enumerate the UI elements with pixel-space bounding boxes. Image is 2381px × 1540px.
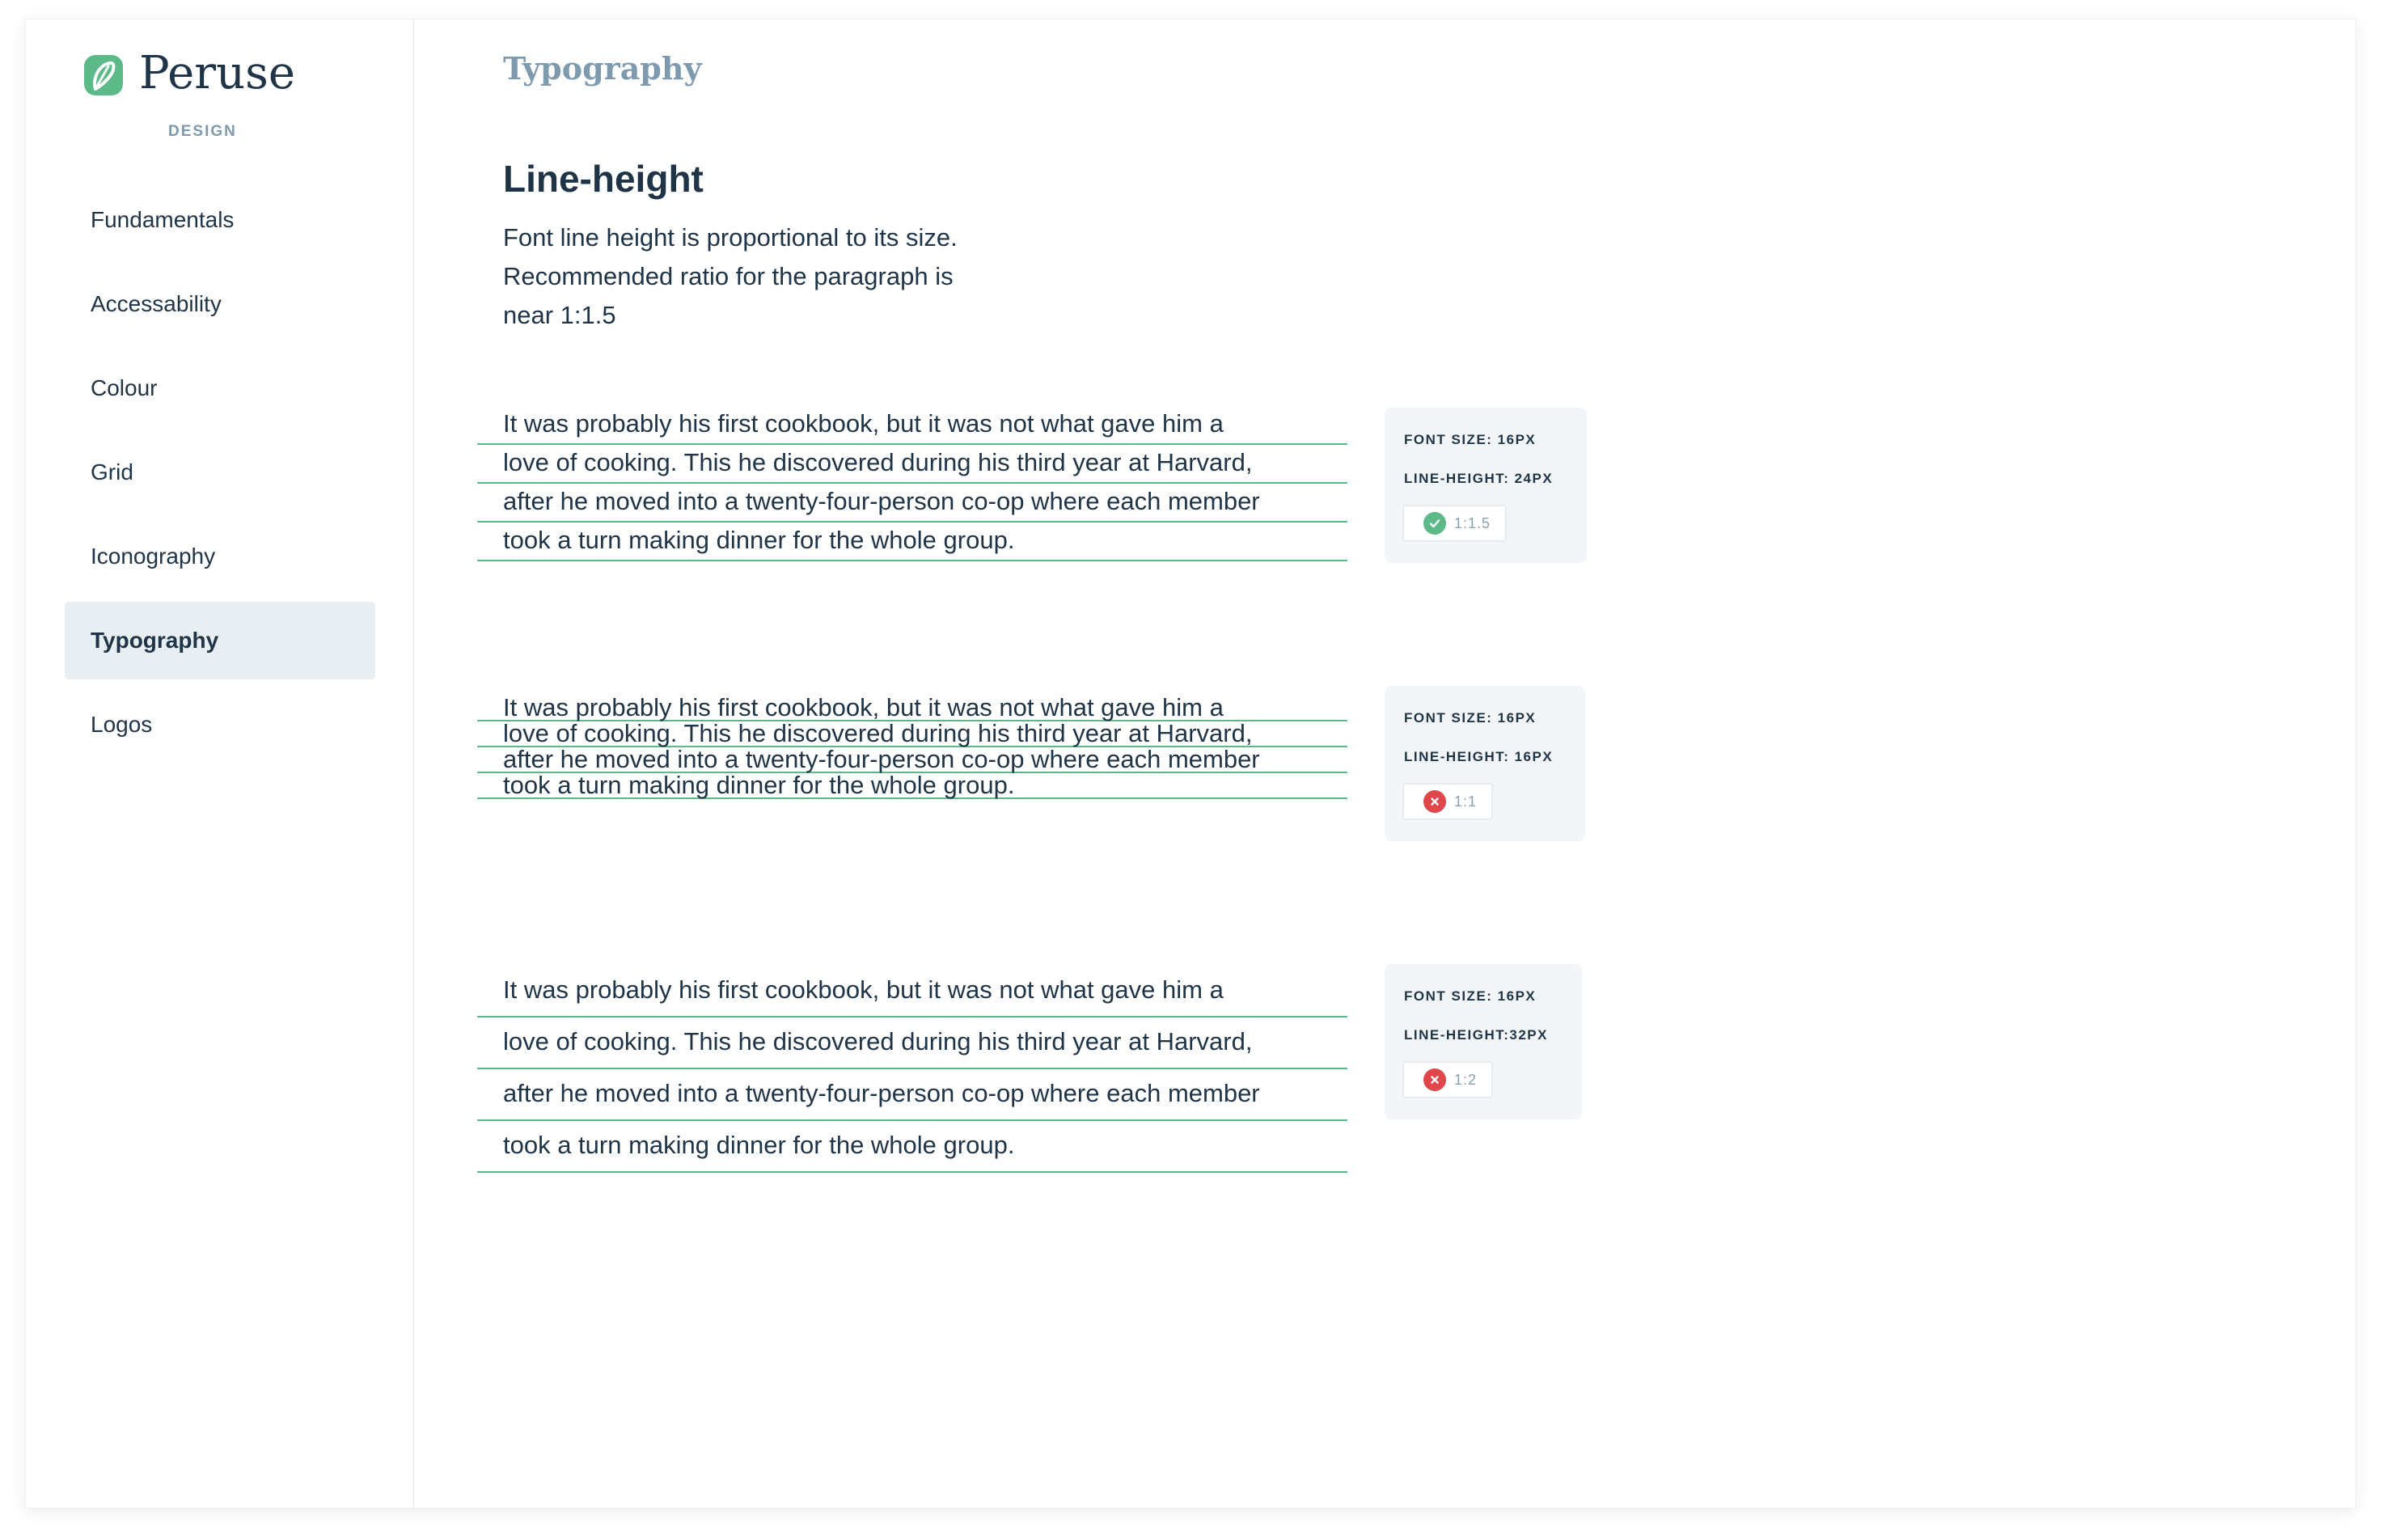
brand-subtitle: DESIGN <box>168 123 237 140</box>
font-size-label: FONT SIZE: 16PX <box>1404 432 1537 447</box>
example-line-text: It was probably his first cookbook, but … <box>503 975 1224 1004</box>
example-line-text: love of cooking. This he discovered duri… <box>503 1027 1253 1056</box>
section-heading: Line-height <box>503 158 704 200</box>
sidebar-nav: Fundamentals Accessability Colour Grid I… <box>65 181 375 770</box>
ratio-value: 1:1 <box>1454 793 1478 810</box>
example-line: took a turn making dinner for the whole … <box>477 771 1347 799</box>
example-line-text: It was probably his first cookbook, but … <box>503 693 1224 721</box>
example-line: It was probably his first cookbook, but … <box>477 966 1347 1018</box>
spec-card-1: FONT SIZE: 16PX LINE-HEIGHT: 24PX 1:1.5 <box>1385 408 1587 563</box>
line-height-example-3: It was probably his first cookbook, but … <box>477 966 1347 1173</box>
x-circle-icon <box>1423 790 1446 813</box>
breadcrumb[interactable]: Typography <box>503 50 702 87</box>
line-height-label: LINE-HEIGHT: 24PX <box>1404 471 1554 486</box>
example-line-text: It was probably his first cookbook, but … <box>503 409 1224 438</box>
line-height-example-1: It was probably his first cookbook, but … <box>477 406 1347 561</box>
peruse-logo-icon <box>84 55 123 95</box>
font-size-label: FONT SIZE: 16PX <box>1404 988 1537 1004</box>
font-size-label: FONT SIZE: 16PX <box>1404 710 1537 726</box>
sidebar: Peruse DESIGN Fundamentals Accessability… <box>26 19 414 1508</box>
sidebar-item-logos[interactable]: Logos <box>65 686 375 764</box>
ratio-value: 1:2 <box>1454 1071 1478 1088</box>
example-line-text: after he moved into a twenty-four-person… <box>503 745 1260 773</box>
line-height-example-2: It was probably his first cookbook, but … <box>477 693 1347 799</box>
example-line: after he moved into a twenty-four-person… <box>477 484 1347 522</box>
sidebar-item-accessability[interactable]: Accessability <box>65 265 375 343</box>
check-circle-icon <box>1423 512 1446 535</box>
example-line-text: after he moved into a twenty-four-person… <box>503 1079 1260 1107</box>
ratio-value: 1:1.5 <box>1454 514 1491 531</box>
ratio-badge: 1:1 <box>1402 783 1494 820</box>
sidebar-item-colour[interactable]: Colour <box>65 349 375 427</box>
example-line: took a turn making dinner for the whole … <box>477 522 1347 561</box>
ratio-badge: 1:1.5 <box>1402 505 1508 542</box>
x-circle-icon <box>1423 1068 1446 1091</box>
section-description: Font line height is proportional to its … <box>503 223 958 329</box>
brand-name: Peruse <box>139 47 296 99</box>
example-line: It was probably his first cookbook, but … <box>477 693 1347 721</box>
sidebar-item-iconography[interactable]: Iconography <box>65 518 375 595</box>
sidebar-item-fundamentals[interactable]: Fundamentals <box>65 181 375 259</box>
line-height-label: LINE-HEIGHT:32PX <box>1404 1027 1548 1043</box>
main-content: Typography Line-height Font line height … <box>412 19 2355 1508</box>
app-window: Peruse DESIGN Fundamentals Accessability… <box>26 19 2355 1508</box>
sidebar-item-typography[interactable]: Typography <box>65 602 375 679</box>
example-line: love of cooking. This he discovered duri… <box>477 445 1347 484</box>
example-line: after he moved into a twenty-four-person… <box>477 1069 1347 1121</box>
example-line-text: after he moved into a twenty-four-person… <box>503 487 1260 515</box>
example-line-text: took a turn making dinner for the whole … <box>503 771 1015 799</box>
example-line-text: took a turn making dinner for the whole … <box>503 526 1015 554</box>
line-height-label: LINE-HEIGHT: 16PX <box>1404 749 1554 764</box>
example-line: It was probably his first cookbook, but … <box>477 406 1347 445</box>
example-line-text: love of cooking. This he discovered duri… <box>503 448 1253 476</box>
example-line: love of cooking. This he discovered duri… <box>477 1018 1347 1069</box>
example-line-text: took a turn making dinner for the whole … <box>503 1131 1015 1159</box>
spec-card-2: FONT SIZE: 16PX LINE-HEIGHT: 16PX 1:1 <box>1385 686 1585 841</box>
example-line: love of cooking. This he discovered duri… <box>477 719 1347 747</box>
sidebar-item-grid[interactable]: Grid <box>65 434 375 511</box>
example-line: took a turn making dinner for the whole … <box>477 1121 1347 1173</box>
ratio-badge: 1:2 <box>1402 1061 1494 1098</box>
example-line: after he moved into a twenty-four-person… <box>477 745 1347 773</box>
spec-card-3: FONT SIZE: 16PX LINE-HEIGHT:32PX 1:2 <box>1385 964 1582 1119</box>
example-line-text: love of cooking. This he discovered duri… <box>503 719 1253 747</box>
